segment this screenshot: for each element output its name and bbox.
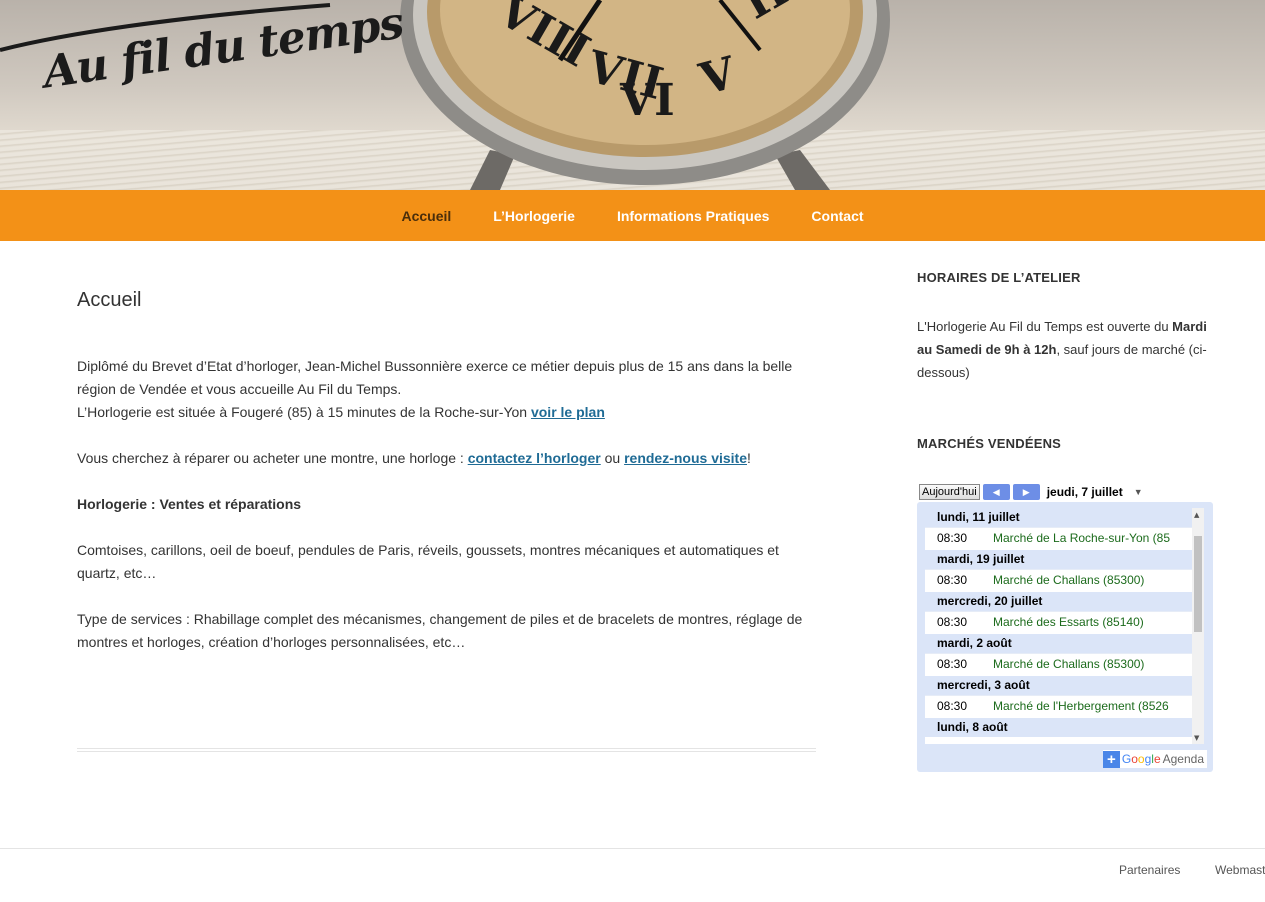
- svg-text:VI: VI: [619, 75, 675, 126]
- event-time: 08:30: [937, 699, 968, 713]
- plus-icon: +: [1102, 750, 1120, 768]
- footer-link-partenaires[interactable]: Partenaires: [1119, 863, 1180, 877]
- site-header: VII VI V IIII VIII Au fil du temps: [0, 0, 1265, 190]
- calendar-current-date: jeudi, 7 juillet: [1046, 485, 1123, 499]
- hours-widget-title: HORAIRES DE L’ATELIER: [917, 270, 1081, 285]
- paragraph-contact: Vous cherchez à réparer ou acheter une m…: [77, 447, 817, 470]
- main-navigation: Accueil L’Horlogerie Informations Pratiq…: [0, 190, 1265, 241]
- section-heading: Horlogerie : Ventes et réparations: [77, 496, 302, 512]
- scroll-thumb[interactable]: [1194, 536, 1202, 632]
- paragraph-heading: Horlogerie : Ventes et réparations: [77, 493, 817, 516]
- agenda-day-header: mardi, 2 août: [925, 634, 1192, 653]
- main-content: Accueil Diplômé du Brevet d’Etat d’horlo…: [77, 270, 817, 677]
- paragraph-intro: Diplômé du Brevet d’Etat d’horloger, Jea…: [77, 355, 817, 424]
- map-link[interactable]: voir le plan: [531, 404, 605, 420]
- google-logo: Google: [1121, 752, 1161, 766]
- event-title[interactable]: Marché des Essarts (85140): [993, 612, 1144, 632]
- nav-item-horlogerie[interactable]: L’Horlogerie: [472, 208, 596, 224]
- event-time: 08:30: [937, 531, 968, 545]
- nav-item-contact[interactable]: Contact: [790, 208, 884, 224]
- intro-text: Diplômé du Brevet d’Etat d’horloger, Jea…: [77, 358, 793, 397]
- paragraph-products: Comtoises, carillons, oeil de boeuf, pen…: [77, 542, 779, 581]
- today-button[interactable]: Aujourd'hui: [919, 484, 980, 500]
- contact-end: !: [747, 450, 751, 466]
- nav-item-accueil[interactable]: Accueil: [380, 208, 472, 224]
- google-agenda-button[interactable]: + Google Agenda: [1102, 750, 1207, 768]
- prev-arrow-icon[interactable]: ◀: [982, 484, 1010, 500]
- contact-text: Vous cherchez à réparer ou acheter une m…: [77, 450, 468, 466]
- scroll-down-icon[interactable]: ▼: [1194, 734, 1199, 742]
- footer-link-webmaster[interactable]: Webmast: [1215, 863, 1265, 877]
- agenda-event[interactable]: 08:30 Marché de Challans (85300): [925, 569, 1192, 590]
- dropdown-caret-icon[interactable]: ▼: [1134, 487, 1143, 497]
- markets-widget-title: MARCHÉS VENDÉENS: [917, 436, 1062, 451]
- event-time: 08:30: [937, 615, 968, 629]
- page-title: Accueil: [77, 289, 142, 311]
- hours-widget-text: L'Horlogerie Au Fil du Temps est ouverte…: [917, 315, 1217, 384]
- event-time: 08:30: [937, 573, 968, 587]
- contact-link[interactable]: contactez l’horloger: [468, 450, 601, 466]
- scroll-up-icon[interactable]: ▲: [1194, 511, 1199, 519]
- event-title[interactable]: Marché de Challans (85300): [993, 654, 1144, 674]
- content-divider: [77, 748, 816, 752]
- article-body: Diplômé du Brevet d’Etat d’horloger, Jea…: [77, 355, 817, 654]
- agenda-day-header: lundi, 11 juillet: [925, 508, 1192, 527]
- next-arrow-icon[interactable]: ▶: [1012, 484, 1040, 500]
- calendar-toolbar: Aujourd'hui ◀ ▶ jeudi, 7 juillet ▼: [917, 482, 1213, 502]
- sidebar: HORAIRES DE L’ATELIER L'Horlogerie Au Fi…: [917, 270, 1217, 451]
- calendar-agenda-box: lundi, 11 juillet 08:30 Marché de La Roche…: [917, 502, 1213, 772]
- agenda-day-header: lundi, 8 août: [925, 718, 1192, 737]
- nav-item-informations[interactable]: Informations Pratiques: [596, 208, 790, 224]
- site-footer: Partenaires Webmast: [0, 848, 1265, 902]
- logo-swash: [0, 3, 331, 52]
- event-title[interactable]: Marché de La Roche-sur-Yon (85: [993, 528, 1170, 548]
- contact-or: ou: [600, 450, 625, 466]
- paragraph-services: Type de services : Rhabillage complet de…: [77, 611, 803, 650]
- agenda-event[interactable]: 08:30 Marché de Challans (85300): [925, 653, 1192, 674]
- agenda-scrollbar[interactable]: ▲ ▼: [1192, 508, 1204, 744]
- agenda-list[interactable]: lundi, 11 juillet 08:30 Marché de La Roche…: [925, 508, 1192, 744]
- agenda-day-header: mercredi, 20 juillet: [925, 592, 1192, 611]
- agenda-day-header: mardi, 19 juillet: [925, 550, 1192, 569]
- agenda-day-header: mercredi, 3 août: [925, 676, 1192, 695]
- location-text: L’Horlogerie est située à Fougeré (85) à…: [77, 404, 531, 420]
- event-title[interactable]: Marché de Challans (85300): [993, 570, 1144, 590]
- agenda-event[interactable]: 08:30 Marché de La Roche-sur-Yon (85: [925, 527, 1192, 548]
- event-title[interactable]: Marché de l'Herbergement (8526: [993, 696, 1169, 716]
- visit-link[interactable]: rendez-nous visite: [624, 450, 747, 466]
- agenda-event[interactable]: 08:30 Marché de l'Herbergement (8526: [925, 695, 1192, 716]
- agenda-label: Agenda: [1162, 752, 1204, 766]
- google-calendar-widget: Aujourd'hui ◀ ▶ jeudi, 7 juillet ▼ lundi…: [917, 482, 1213, 772]
- hours-text-start: L'Horlogerie Au Fil du Temps est ouverte…: [917, 319, 1173, 334]
- event-time: 08:30: [937, 657, 968, 671]
- agenda-event[interactable]: 08:30 Marché des Essarts (85140): [925, 611, 1192, 632]
